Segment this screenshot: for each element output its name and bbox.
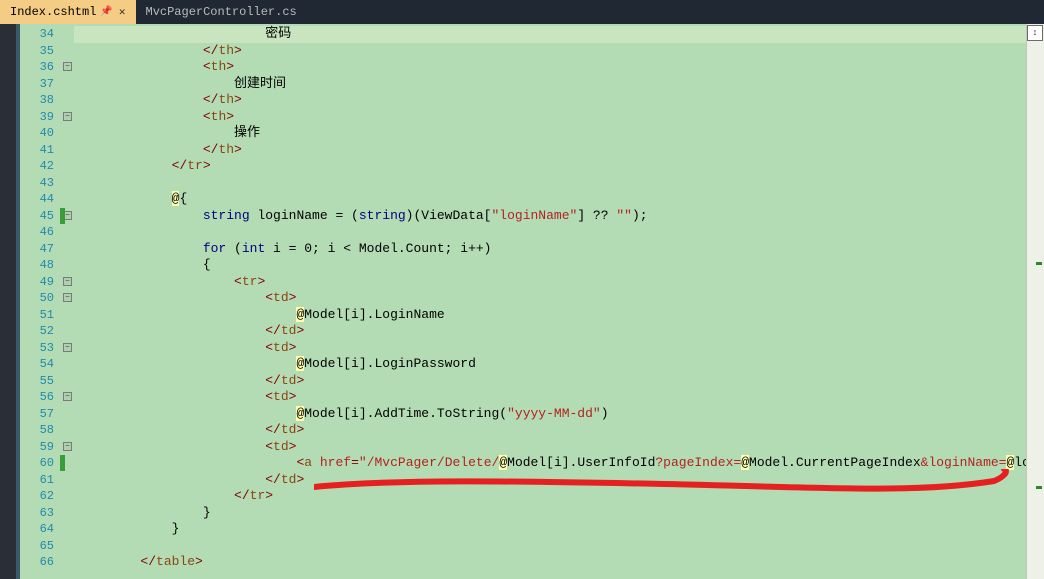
code-line[interactable]: { [74, 257, 1044, 274]
line-number: 44 [20, 191, 60, 208]
scrollbar-vertical[interactable]: ↕ [1026, 24, 1044, 579]
code-line[interactable]: } [74, 521, 1044, 538]
change-mark [60, 455, 65, 471]
scroll-split-button[interactable]: ↕ [1027, 25, 1043, 41]
line-number: 51 [20, 307, 60, 324]
line-number: 46 [20, 224, 60, 241]
breakpoint-column[interactable] [0, 24, 16, 579]
line-number: 49 [20, 274, 60, 291]
code-line[interactable]: <td> [74, 290, 1044, 307]
scrollbar-change-mark [1036, 486, 1042, 489]
code-line[interactable]: <th> [74, 109, 1044, 126]
code-line[interactable]: @Model[i].LoginPassword [74, 356, 1044, 373]
code-line[interactable]: for (int i = 0; i < Model.Count; i++) [74, 241, 1044, 258]
line-number: 60 [20, 455, 60, 472]
code-area[interactable]: 密码 </th> <th> 创建时间 </th> <th> 操作 </th> <… [74, 24, 1044, 579]
line-number: 65 [20, 538, 60, 555]
line-number: 63 [20, 505, 60, 522]
line-number: 45 [20, 208, 60, 225]
line-number: 58 [20, 422, 60, 439]
code-line[interactable]: </td> [74, 323, 1044, 340]
fold-toggle-icon[interactable]: − [63, 442, 72, 451]
change-mark [60, 208, 65, 224]
code-line[interactable] [74, 538, 1044, 555]
code-line[interactable]: </table> [74, 554, 1044, 571]
line-number: 43 [20, 175, 60, 192]
code-line[interactable]: <a href="/MvcPager/Delete/@Model[i].User… [74, 455, 1044, 472]
line-number: 39 [20, 109, 60, 126]
code-line[interactable]: <th> [74, 59, 1044, 76]
fold-toggle-icon[interactable]: − [63, 293, 72, 302]
line-number: 55 [20, 373, 60, 390]
line-number: 66 [20, 554, 60, 571]
gutter: 3435363738394041424344454647484950515253… [20, 24, 60, 579]
tab-active[interactable]: Index.cshtml 📌 ✕ [0, 0, 136, 24]
code-line[interactable]: </td> [74, 373, 1044, 390]
line-number: 53 [20, 340, 60, 357]
fold-toggle-icon[interactable]: − [63, 343, 72, 352]
chevron-up-icon: ↕ [1032, 29, 1037, 38]
code-line[interactable] [74, 175, 1044, 192]
code-line[interactable]: 创建时间 [74, 76, 1044, 93]
code-line[interactable]: @Model[i].LoginName [74, 307, 1044, 324]
line-number: 40 [20, 125, 60, 142]
code-line[interactable]: </th> [74, 92, 1044, 109]
close-icon[interactable]: ✕ [119, 5, 126, 19]
line-number: 34 [20, 26, 60, 43]
code-line[interactable]: <td> [74, 340, 1044, 357]
line-number: 48 [20, 257, 60, 274]
line-number: 56 [20, 389, 60, 406]
line-number: 61 [20, 472, 60, 489]
tab-inactive-label: MvcPagerController.cs [146, 5, 297, 19]
fold-toggle-icon[interactable]: − [63, 112, 72, 121]
code-line[interactable]: <td> [74, 439, 1044, 456]
tab-bar: Index.cshtml 📌 ✕ MvcPagerController.cs [0, 0, 1044, 24]
code-line[interactable]: </th> [74, 43, 1044, 60]
line-number: 52 [20, 323, 60, 340]
code-line[interactable]: @Model[i].AddTime.ToString("yyyy-MM-dd") [74, 406, 1044, 423]
line-number: 36 [20, 59, 60, 76]
pin-icon: 📌 [100, 6, 112, 18]
fold-toggle-icon[interactable]: − [63, 392, 72, 401]
line-number: 57 [20, 406, 60, 423]
code-line[interactable]: </tr> [74, 158, 1044, 175]
code-line[interactable]: </tr> [74, 488, 1044, 505]
code-line[interactable]: @{ [74, 191, 1044, 208]
code-line[interactable]: 密码 [74, 26, 1044, 43]
line-number: 42 [20, 158, 60, 175]
fold-toggle-icon[interactable]: − [63, 277, 72, 286]
line-number: 47 [20, 241, 60, 258]
code-line[interactable]: string loginName = (string)(ViewData["lo… [74, 208, 1044, 225]
code-line[interactable]: } [74, 505, 1044, 522]
editor-container: 3435363738394041424344454647484950515253… [0, 24, 1044, 579]
tab-inactive[interactable]: MvcPagerController.cs [136, 0, 307, 24]
code-line[interactable]: </th> [74, 142, 1044, 159]
line-number: 59 [20, 439, 60, 456]
line-number: 62 [20, 488, 60, 505]
code-line[interactable]: <tr> [74, 274, 1044, 291]
tab-active-label: Index.cshtml [10, 5, 96, 19]
code-line[interactable]: 操作 [74, 125, 1044, 142]
code-line[interactable]: </td> [74, 422, 1044, 439]
line-number: 38 [20, 92, 60, 109]
outline-column: −−−−−−−− [60, 24, 74, 579]
line-number: 50 [20, 290, 60, 307]
line-number: 41 [20, 142, 60, 159]
line-number: 64 [20, 521, 60, 538]
code-line[interactable] [74, 224, 1044, 241]
line-number: 37 [20, 76, 60, 93]
code-line[interactable]: </td> [74, 472, 1044, 489]
line-number: 35 [20, 43, 60, 60]
fold-toggle-icon[interactable]: − [63, 62, 72, 71]
line-number: 54 [20, 356, 60, 373]
code-line[interactable]: <td> [74, 389, 1044, 406]
scrollbar-change-mark [1036, 262, 1042, 265]
